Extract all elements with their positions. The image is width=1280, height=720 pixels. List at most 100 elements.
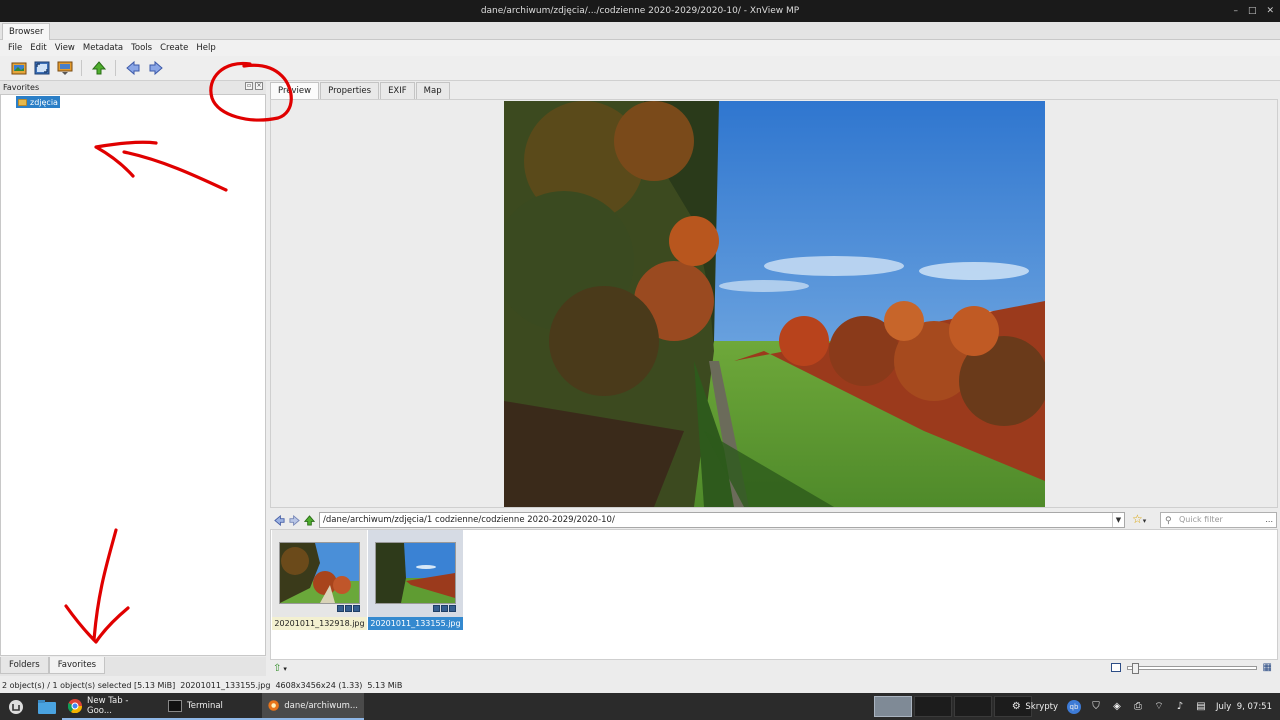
folder-icon bbox=[18, 98, 27, 106]
tab-properties[interactable]: Properties bbox=[320, 82, 380, 100]
workspace-2[interactable] bbox=[914, 696, 952, 717]
address-input[interactable]: /dane/archiwum/zdjęcia/1 codzienne/codzi… bbox=[319, 512, 1125, 528]
slideshow-button[interactable] bbox=[56, 60, 73, 77]
tab-favorites[interactable]: Favorites bbox=[48, 657, 106, 674]
panel-close-button[interactable]: × bbox=[255, 82, 263, 90]
tab-exif[interactable]: EXIF bbox=[380, 82, 415, 100]
close-button[interactable]: ✕ bbox=[1266, 0, 1274, 22]
printer-icon[interactable]: ⎙ bbox=[1132, 701, 1144, 713]
thumbnail-image bbox=[375, 542, 456, 604]
status-objects: 2 object(s) / 1 object(s) selected [5.13… bbox=[2, 681, 176, 690]
favorites-tree[interactable]: zdjęcia bbox=[0, 94, 266, 656]
menu-metadata[interactable]: Metadata bbox=[79, 43, 127, 53]
chrome-icon bbox=[68, 698, 82, 713]
back-icon bbox=[125, 60, 139, 76]
status-dimensions: 4608x3456x24 (1.33) bbox=[275, 681, 363, 690]
taskbar-app-label: Terminal bbox=[187, 700, 223, 711]
minimize-button[interactable]: – bbox=[1233, 0, 1238, 22]
back-icon bbox=[273, 514, 285, 526]
panel-title: Favorites bbox=[3, 83, 40, 92]
workspace-1[interactable] bbox=[874, 696, 912, 717]
go-up-icon bbox=[303, 514, 315, 526]
favorite-star-button[interactable]: ☆▾ bbox=[1132, 512, 1154, 528]
tab-folders[interactable]: Folders bbox=[0, 657, 49, 674]
thumbnail-item-selected[interactable]: 20201011_133155.jpg bbox=[368, 530, 463, 630]
thumbnail-item[interactable]: 20201011_132918.jpg bbox=[272, 530, 367, 630]
volume-icon[interactable]: ♪ bbox=[1174, 701, 1186, 713]
thumbnail-mode-icon[interactable] bbox=[1110, 663, 1121, 672]
quick-filter-placeholder: Quick filter bbox=[1179, 515, 1223, 524]
xnview-icon bbox=[268, 700, 279, 711]
open-browser-icon bbox=[11, 62, 26, 75]
mint-logo-icon bbox=[9, 699, 23, 714]
taskbar-app-terminal[interactable]: Terminal bbox=[162, 693, 262, 720]
go-up-button[interactable] bbox=[90, 60, 107, 77]
slider-handle[interactable] bbox=[1131, 662, 1139, 674]
view-mode-icon[interactable]: ▦ bbox=[1263, 662, 1272, 673]
menu-create[interactable]: Create bbox=[156, 43, 192, 53]
left-panel-tabs: Folders Favorites bbox=[0, 657, 266, 676]
address-up-button[interactable] bbox=[303, 514, 315, 526]
thumbnail-browser[interactable]: 20201011_132918.jpg 20201011_133155.jpg bbox=[270, 529, 1278, 660]
tab-map[interactable]: Map bbox=[415, 82, 450, 100]
system-tray: ⚙ Skrypty qb ⛉ ◈ ⎙ ⌔ ♪ ▤ July 9, 07:51 bbox=[1010, 693, 1280, 720]
window-controls: – □ ✕ bbox=[1233, 0, 1274, 22]
preview-image bbox=[504, 101, 1045, 507]
address-back-button[interactable] bbox=[273, 514, 285, 526]
maximize-button[interactable]: □ bbox=[1248, 0, 1257, 22]
tab-browser[interactable]: Browser bbox=[2, 23, 51, 40]
thumbnail-size-slider[interactable] bbox=[1126, 662, 1257, 674]
chevron-down-icon[interactable]: ▾ bbox=[283, 665, 287, 673]
clipboard-icon[interactable]: ▤ bbox=[1195, 701, 1207, 713]
clock[interactable]: July 9, 07:51 bbox=[1216, 702, 1272, 712]
window-title: dane/archiwum/zdjęcia/.../codzienne 2020… bbox=[480, 6, 800, 16]
status-filesize: 5.13 MiB bbox=[367, 681, 403, 690]
address-path: /dane/archiwum/zdjęcia/1 codzienne/codzi… bbox=[323, 515, 615, 525]
forward-icon bbox=[149, 60, 163, 76]
menu-help[interactable]: Help bbox=[192, 43, 219, 53]
menu-bar: File Edit View Metadata Tools Create Hel… bbox=[0, 40, 1280, 56]
toolbar-separator bbox=[81, 60, 82, 76]
open-browser-button[interactable] bbox=[10, 60, 27, 77]
tab-preview[interactable]: Preview bbox=[270, 82, 320, 100]
chevron-down-icon[interactable]: ▼ bbox=[1112, 513, 1124, 527]
menu-view[interactable]: View bbox=[51, 43, 79, 53]
thumbnail-badges bbox=[337, 605, 360, 612]
tree-item-zdjecia[interactable]: zdjęcia bbox=[16, 96, 60, 108]
menu-edit[interactable]: Edit bbox=[26, 43, 50, 53]
preview-pane[interactable] bbox=[270, 99, 1278, 508]
taskbar-app-xnview[interactable]: dane/archiwum... bbox=[262, 693, 364, 720]
qbittorrent-icon[interactable]: qb bbox=[1067, 699, 1081, 714]
taskbar-app-chrome[interactable]: New Tab - Goo... bbox=[62, 693, 162, 720]
thumbnail-size-controls: ▦ bbox=[1110, 662, 1272, 674]
menu-tools[interactable]: Tools bbox=[127, 43, 156, 53]
update-manager-icon[interactable]: ◈ bbox=[1111, 701, 1123, 713]
menu-file[interactable]: File bbox=[4, 43, 26, 53]
panel-header: Favorites ▫ × bbox=[0, 81, 266, 94]
forward-button[interactable] bbox=[147, 60, 164, 77]
wifi-icon[interactable]: ⌔ bbox=[1153, 701, 1165, 713]
address-forward-button[interactable] bbox=[288, 514, 300, 526]
search-icon: ⚲ bbox=[1165, 516, 1172, 526]
scripts-icon[interactable]: ⚙ bbox=[1010, 701, 1022, 713]
back-button[interactable] bbox=[124, 60, 141, 77]
start-menu-button[interactable] bbox=[0, 693, 32, 720]
shield-icon[interactable]: ⛉ bbox=[1090, 701, 1102, 713]
fullscreen-icon bbox=[34, 61, 49, 75]
go-up-icon bbox=[91, 61, 106, 75]
thumbnail-image bbox=[279, 542, 360, 604]
toolbar-separator bbox=[115, 60, 116, 76]
thumbnail-badges bbox=[433, 605, 456, 612]
fullscreen-button[interactable] bbox=[33, 60, 50, 77]
forward-icon bbox=[288, 514, 300, 526]
workspace-3[interactable] bbox=[954, 696, 992, 717]
files-launcher[interactable] bbox=[32, 693, 62, 720]
folder-icon bbox=[38, 699, 56, 714]
panel-float-button[interactable]: ▫ bbox=[245, 82, 253, 90]
favorites-panel: Favorites ▫ × zdjęcia bbox=[0, 81, 266, 657]
go-up-icon[interactable]: ⇧ bbox=[273, 663, 281, 674]
tray-scripts-label[interactable]: Skrypty bbox=[1025, 702, 1058, 712]
quick-filter-input[interactable]: ⚲ Quick filter ... bbox=[1160, 512, 1277, 528]
quick-filter-more[interactable]: ... bbox=[1265, 513, 1273, 527]
status-bar: 2 object(s) / 1 object(s) selected [5.13… bbox=[0, 678, 1280, 693]
